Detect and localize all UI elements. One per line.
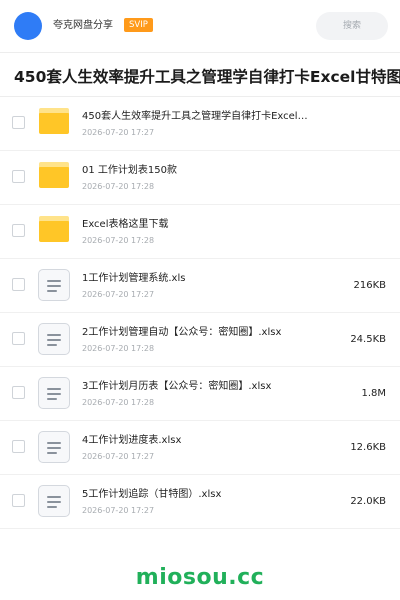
folder-icon xyxy=(39,162,69,188)
item-name: 4工作计划进度表.xlsx xyxy=(82,435,182,446)
item-name: Excel表格这里下载 xyxy=(82,219,169,230)
avatar[interactable] xyxy=(14,12,42,40)
watermark-text: miosou.cc xyxy=(135,565,265,590)
list-item[interactable]: 1工作计划管理系统.xls 2026-07-20 17:27 216KB xyxy=(0,259,400,313)
item-name: 5工作计划追踪（甘特图）.xlsx xyxy=(82,489,222,500)
list-item[interactable]: 450套人生效率提升工具之管理学自律打卡Excel… 2026-07-20 17:… xyxy=(0,97,400,151)
file-list: 450套人生效率提升工具之管理学自律打卡Excel… 2026-07-20 17:… xyxy=(0,97,400,529)
svip-badge: SVIP xyxy=(124,18,153,32)
folder-icon xyxy=(39,108,69,134)
document-icon xyxy=(38,431,70,463)
item-size: 12.6KB xyxy=(350,442,386,453)
item-size: 24.5KB xyxy=(350,334,386,345)
item-checkbox[interactable] xyxy=(12,278,25,291)
folder-icon xyxy=(39,216,69,242)
item-checkbox[interactable] xyxy=(12,386,25,399)
item-name: 3工作计划月历表【公众号：密知圈】.xlsx xyxy=(82,381,272,392)
page-title: 450套人生效率提升工具之管理学自律打卡Excel甘特图日程 xyxy=(14,68,400,86)
item-checkbox[interactable] xyxy=(12,494,25,507)
item-date: 2026-07-20 17:28 xyxy=(82,182,155,191)
list-item[interactable]: 2工作计划管理自动【公众号：密知圈】.xlsx 2026-07-20 17:28 2… xyxy=(0,313,400,367)
list-item[interactable]: 01 工作计划表150款 2026-07-20 17:28 xyxy=(0,151,400,205)
item-date: 2026-07-20 17:27 xyxy=(82,452,155,461)
item-checkbox[interactable] xyxy=(12,440,25,453)
header-divider xyxy=(0,52,400,53)
list-item[interactable]: Excel表格这里下载 2026-07-20 17:28 xyxy=(0,205,400,259)
item-name: 450套人生效率提升工具之管理学自律打卡Excel… xyxy=(82,111,308,122)
item-checkbox[interactable] xyxy=(12,224,25,237)
share-header: 夸克网盘分享 SVIP xyxy=(0,0,400,52)
item-size: 216KB xyxy=(353,280,386,291)
item-date: 2026-07-20 17:28 xyxy=(82,398,155,407)
item-name: 01 工作计划表150款 xyxy=(82,165,177,176)
document-icon xyxy=(38,377,70,409)
list-item[interactable]: 5工作计划追踪（甘特图）.xlsx 2026-07-20 17:27 22.0KB xyxy=(0,475,400,529)
item-size: 22.0KB xyxy=(350,496,386,507)
document-icon xyxy=(38,323,70,355)
item-checkbox[interactable] xyxy=(12,332,25,345)
item-name: 1工作计划管理系统.xls xyxy=(82,273,186,284)
document-icon xyxy=(38,485,70,517)
item-checkbox[interactable] xyxy=(12,116,25,129)
item-date: 2026-07-20 17:28 xyxy=(82,344,155,353)
share-name: 夸克网盘分享 xyxy=(53,20,113,31)
item-name: 2工作计划管理自动【公众号：密知圈】.xlsx xyxy=(82,327,282,338)
item-checkbox[interactable] xyxy=(12,170,25,183)
item-date: 2026-07-20 17:27 xyxy=(82,128,155,137)
item-date: 2026-07-20 17:27 xyxy=(82,506,155,515)
row-divider xyxy=(0,528,400,529)
item-size: 1.8M xyxy=(361,388,386,399)
list-item[interactable]: 3工作计划月历表【公众号：密知圈】.xlsx 2026-07-20 17:28 1.… xyxy=(0,367,400,421)
document-icon xyxy=(38,269,70,301)
list-item[interactable]: 4工作计划进度表.xlsx 2026-07-20 17:27 12.6KB xyxy=(0,421,400,475)
item-date: 2026-07-20 17:28 xyxy=(82,236,155,245)
search-input[interactable] xyxy=(316,12,388,40)
item-date: 2026-07-20 17:27 xyxy=(82,290,155,299)
